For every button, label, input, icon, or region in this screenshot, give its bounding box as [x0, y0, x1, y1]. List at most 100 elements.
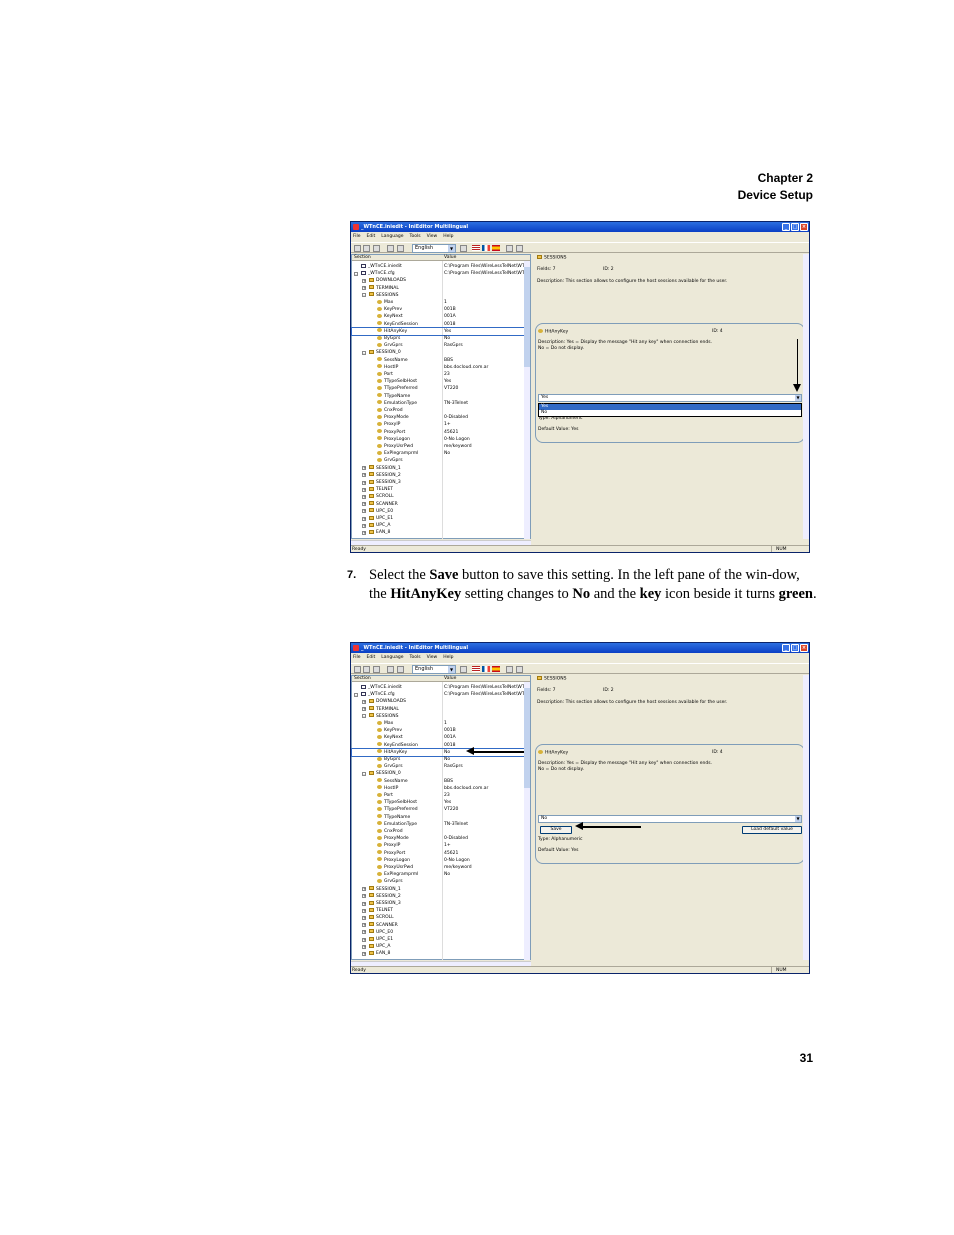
copy-icon[interactable]	[387, 666, 394, 673]
tree-row[interactable]: ByGprs No	[352, 756, 527, 763]
spanish-flag-icon[interactable]	[492, 245, 500, 251]
tree-row[interactable]: CnxProd	[352, 407, 527, 414]
menu-file[interactable]: File	[353, 233, 361, 241]
close-button[interactable]: ×	[800, 644, 808, 652]
tree-row[interactable]: KeyNext 001A	[352, 313, 527, 320]
spanish-flag-icon[interactable]	[492, 666, 500, 672]
minimize-button[interactable]: _	[782, 223, 790, 231]
menu-edit[interactable]: Edit	[367, 654, 376, 662]
tree-row[interactable]: - SESSION_0	[352, 349, 527, 356]
collapse-icon[interactable]: -	[362, 714, 366, 719]
menu-language[interactable]: Language	[381, 233, 403, 241]
expand-icon[interactable]: +	[362, 894, 366, 899]
collapse-icon[interactable]: -	[362, 350, 366, 355]
tree-row[interactable]: + SCROLL	[352, 914, 527, 921]
maximize-button[interactable]: □	[791, 644, 799, 652]
menu-tools[interactable]: Tools	[409, 233, 420, 241]
tree-vertical-scrollbar[interactable]	[524, 261, 530, 539]
sort-icon[interactable]	[460, 666, 467, 673]
collapse-icon[interactable]: -	[354, 271, 358, 276]
context-help-icon[interactable]	[516, 666, 523, 673]
expand-icon[interactable]: +	[362, 699, 366, 704]
tree-row[interactable]: HitAnyKey Yes	[351, 326, 528, 337]
tree-row[interactable]: EmulationType TN-3Telnet	[352, 821, 527, 828]
tree-row[interactable]: + SCROLL	[352, 493, 527, 500]
tree-row[interactable]: _WTnCE.iniedit C:\Program Files\WireLessT…	[352, 263, 527, 270]
tree-row[interactable]: ExPlegramprml No	[352, 871, 527, 878]
tree-row[interactable]: + UPC_E0	[352, 508, 527, 515]
expand-icon[interactable]: +	[362, 951, 366, 956]
open-icon[interactable]	[363, 245, 370, 252]
tree-row[interactable]: Port 23	[352, 371, 527, 378]
tree-row[interactable]: SessName BBS	[352, 357, 527, 364]
paste-icon[interactable]	[397, 245, 404, 252]
context-help-icon[interactable]	[516, 245, 523, 252]
detail-scrollbar[interactable]	[803, 675, 809, 960]
tree-row[interactable]: KeyPrev 001B	[352, 306, 527, 313]
us-flag-icon[interactable]	[472, 245, 480, 251]
expand-icon[interactable]: +	[362, 278, 366, 283]
tree-row[interactable]: ProxyPort 45621	[352, 429, 527, 436]
tree-row[interactable]: ProxyUsrPwd me/keyword	[352, 864, 527, 871]
tree-row[interactable]: + SESSION_2	[352, 893, 527, 900]
tree-row[interactable]: + SCANNER	[352, 922, 527, 929]
save-button[interactable]: Save	[540, 826, 572, 834]
language-select[interactable]: English ▼	[412, 665, 456, 674]
expand-icon[interactable]: +	[362, 944, 366, 949]
tree-row[interactable]: TTypeSelbHost Yes	[352, 799, 527, 806]
tree-row[interactable]: Max 1	[352, 299, 527, 306]
tree-row[interactable]: + SESSION_3	[352, 900, 527, 907]
tree-row[interactable]: _WTnCE.iniedit C:\Program Files\WireLessT…	[352, 684, 527, 691]
tree-row[interactable]: ByGprs No	[352, 335, 527, 342]
tree-row[interactable]: + UPC_A	[352, 943, 527, 950]
expand-icon[interactable]: +	[362, 901, 366, 906]
tree-row[interactable]: + TELNET	[352, 486, 527, 493]
tree-row[interactable]: ProxyUsrPwd me/keyword	[352, 443, 527, 450]
save-icon[interactable]	[373, 666, 380, 673]
tree-row[interactable]: + DOWNLOADS	[352, 277, 527, 284]
tree-row[interactable]: KeyEndSession 0018	[352, 321, 527, 328]
tree-row[interactable]: TTypePreferred VT220	[352, 806, 527, 813]
tree-row[interactable]: + UPC_E1	[352, 936, 527, 943]
help-icon[interactable]	[506, 666, 513, 673]
collapse-icon[interactable]: -	[354, 692, 358, 697]
tree-row[interactable]: ProxyPort 45621	[352, 850, 527, 857]
expand-icon[interactable]: +	[362, 487, 366, 492]
tree-row[interactable]: + SESSION_2	[352, 472, 527, 479]
tree-row[interactable]: HostIP bbs.docloud.com.ar	[352, 785, 527, 792]
tree-row[interactable]: - _WTnCE.cfg C:\Program Files\WireLessTelN…	[352, 270, 527, 277]
tree-row[interactable]: ProxyLogon 0-No Logon	[352, 857, 527, 864]
expand-icon[interactable]: +	[362, 480, 366, 485]
tree-row[interactable]: - SESSIONS	[352, 292, 527, 299]
new-icon[interactable]	[354, 666, 361, 673]
tree-row[interactable]: + TERMINAL	[352, 285, 527, 292]
maximize-button[interactable]: □	[791, 223, 799, 231]
expand-icon[interactable]: +	[362, 915, 366, 920]
tree-row[interactable]: + TERMINAL	[352, 706, 527, 713]
expand-icon[interactable]: +	[362, 908, 366, 913]
tree-row[interactable]: + SESSION_1	[352, 886, 527, 893]
tree-row[interactable]: TTypeSelbHost Yes	[352, 378, 527, 385]
close-button[interactable]: ×	[800, 223, 808, 231]
expand-icon[interactable]: +	[362, 494, 366, 499]
tree-row[interactable]: GrvGprs	[352, 457, 527, 464]
tree-row[interactable]: + UPC_E0	[352, 929, 527, 936]
tree-row[interactable]: ProxyIP 1+	[352, 842, 527, 849]
expand-icon[interactable]: +	[362, 523, 366, 528]
tree-row[interactable]: ProxyMode 0-Disabled	[352, 835, 527, 842]
tree-row[interactable]: + DOWNLOADS	[352, 698, 527, 705]
french-flag-icon[interactable]	[482, 666, 490, 672]
expand-icon[interactable]: +	[362, 466, 366, 471]
expand-icon[interactable]: +	[362, 923, 366, 928]
tree-row[interactable]: GrvGprs	[352, 878, 527, 885]
menu-help[interactable]: Help	[443, 654, 453, 662]
help-icon[interactable]	[506, 245, 513, 252]
us-flag-icon[interactable]	[472, 666, 480, 672]
tree-row[interactable]: ProxyIP 1+	[352, 421, 527, 428]
detail-scrollbar[interactable]	[803, 254, 809, 539]
scroll-thumb[interactable]	[524, 267, 530, 367]
tree-row[interactable]: KeyEndSession 0018	[352, 742, 527, 749]
collapse-icon[interactable]: -	[362, 293, 366, 298]
tree-row[interactable]: Port 23	[352, 792, 527, 799]
tree-row[interactable]: + SCANNER	[352, 501, 527, 508]
